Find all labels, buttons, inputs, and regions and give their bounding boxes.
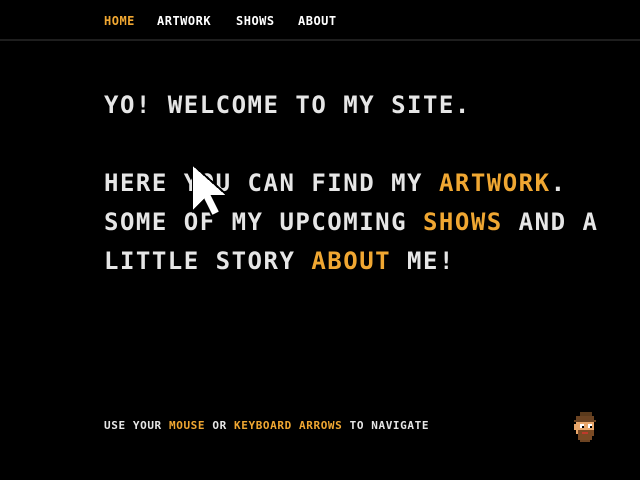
nav-artwork-link[interactable]: ARTWORK xyxy=(157,14,211,28)
intro-text-4: ME! xyxy=(391,247,455,275)
nav-home-link[interactable]: HOME xyxy=(104,14,135,28)
intro-paragraph: HERE YOU CAN FIND MY ARTWORK. SOME OF MY… xyxy=(104,164,604,281)
hint-mouse: MOUSE xyxy=(169,419,206,432)
intro-text-1: HERE YOU CAN FIND MY xyxy=(104,169,439,197)
nav-shows-link[interactable]: SHOWS xyxy=(236,14,275,28)
intro-section: YO! WELCOME TO MY SITE. HERE YOU CAN FIN… xyxy=(104,86,604,281)
navigation-hint: USE YOUR MOUSE OR KEYBOARD ARROWS TO NAV… xyxy=(104,419,429,433)
shows-inline-link[interactable]: SHOWS xyxy=(423,208,503,236)
about-inline-link[interactable]: ABOUT xyxy=(311,247,391,275)
mouse-pointer-icon xyxy=(191,161,231,220)
top-nav: HOME ARTWORK SHOWS ABOUT xyxy=(0,0,640,41)
hint-text-1: USE YOUR xyxy=(104,419,170,432)
nav-about-link[interactable]: ABOUT xyxy=(298,14,337,28)
hint-keyboard-arrows: KEYBOARD ARROWS xyxy=(234,419,343,432)
welcome-heading: YO! WELCOME TO MY SITE. xyxy=(104,91,471,119)
pixel-character-face-icon[interactable] xyxy=(568,410,602,444)
hint-text-3: TO NAVIGATE xyxy=(342,419,430,432)
artwork-inline-link[interactable]: ARTWORK xyxy=(439,169,551,197)
hint-text-2: OR xyxy=(205,419,235,432)
